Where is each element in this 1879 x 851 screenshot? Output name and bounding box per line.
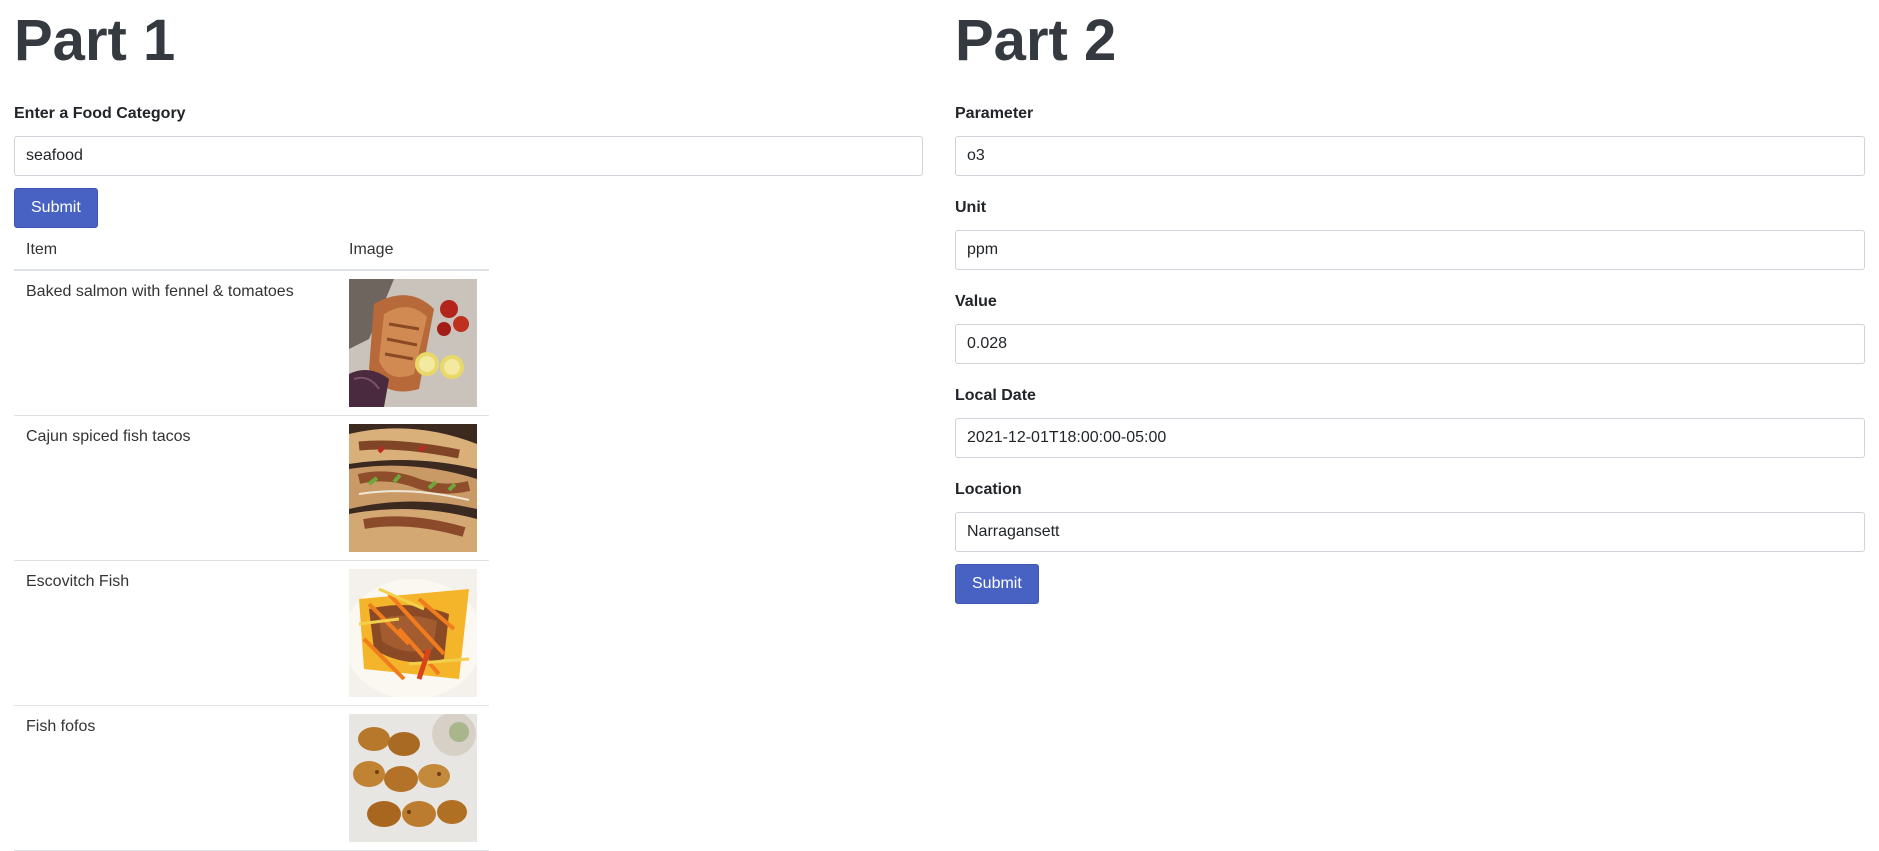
parameter-label: Parameter <box>955 105 1034 122</box>
table-row: Escovitch Fish <box>14 560 489 706</box>
local-date-input[interactable] <box>955 418 1865 458</box>
food-category-label: Enter a Food Category <box>14 105 186 122</box>
item-name: Cajun spiced fish tacos <box>14 415 337 561</box>
location-label: Location <box>955 481 1022 498</box>
unit-label: Unit <box>955 199 987 216</box>
unit-group: Unit <box>955 198 1865 270</box>
item-name: Escovitch Fish <box>14 560 337 706</box>
escovitch-fish-photo <box>349 569 477 697</box>
food-results-table: Item Image Baked salmon with fennel & to… <box>14 230 489 851</box>
part2-form: Parameter Unit Value Local Date Location… <box>955 104 1865 604</box>
part1-submit-button[interactable]: Submit <box>14 188 98 228</box>
value-label: Value <box>955 293 997 310</box>
baked-salmon-photo <box>349 279 477 407</box>
location-input[interactable] <box>955 512 1865 552</box>
food-category-input[interactable] <box>14 136 923 176</box>
location-group: Location <box>955 480 1865 552</box>
part2-title: Part 2 <box>955 8 1117 73</box>
fish-tacos-photo <box>349 424 477 552</box>
part2-section: Part 2 Parameter Unit Value Local Date L… <box>955 0 1865 604</box>
parameter-group: Parameter <box>955 104 1865 176</box>
part1-section: Part 1 Enter a Food Category Submit Item… <box>14 0 923 851</box>
table-row: Cajun spiced fish tacos <box>14 415 489 561</box>
table-row: Fish fofos <box>14 705 489 851</box>
fish-fofos-photo <box>349 714 477 842</box>
unit-input[interactable] <box>955 230 1865 270</box>
local-date-group: Local Date <box>955 386 1865 458</box>
item-name: Fish fofos <box>14 705 337 851</box>
local-date-label: Local Date <box>955 387 1036 404</box>
value-input[interactable] <box>955 324 1865 364</box>
value-group: Value <box>955 292 1865 364</box>
part1-title: Part 1 <box>14 8 176 73</box>
part2-submit-button[interactable]: Submit <box>955 564 1039 604</box>
table-header-row: Item Image <box>14 230 489 271</box>
item-column-header: Item <box>14 230 337 271</box>
image-column-header: Image <box>337 230 489 271</box>
table-row: Baked salmon with fennel & tomatoes <box>14 270 489 416</box>
item-name: Baked salmon with fennel & tomatoes <box>14 270 337 416</box>
parameter-input[interactable] <box>955 136 1865 176</box>
